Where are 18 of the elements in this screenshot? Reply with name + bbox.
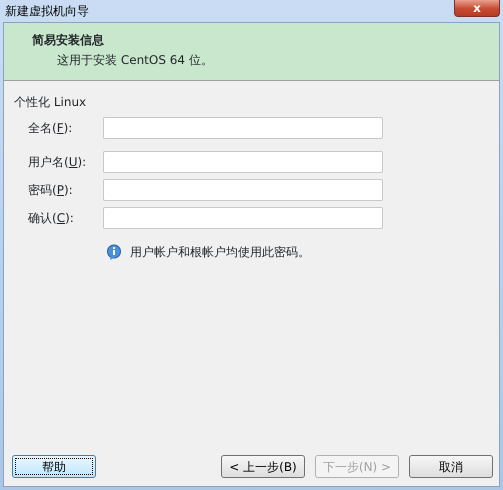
input-field[interactable] — [103, 179, 383, 201]
window-title: 新建虚拟机向导 — [5, 3, 89, 20]
field-label: 确认(C): — [27, 210, 75, 227]
header-title: 简易安装信息 — [32, 32, 105, 49]
section-label: 个性化 Linux — [14, 94, 88, 111]
field-label: 用户名(U): — [27, 154, 88, 171]
field-label: 全名(F): — [27, 120, 74, 137]
dialog-button[interactable]: 取消 — [409, 455, 493, 478]
info-icon — [106, 244, 122, 260]
input-field[interactable] — [103, 117, 383, 139]
info-text: 用户帐户和根帐户均使用此密码。 — [130, 244, 310, 261]
input-field[interactable] — [103, 207, 383, 229]
dialog-button[interactable]: < 上一步(B) — [221, 455, 305, 478]
close-button[interactable]: x — [454, 0, 500, 17]
header-subtitle: 这用于安装 CentOS 64 位。 — [56, 52, 214, 69]
field-label: 密码(P): — [27, 182, 74, 199]
input-field[interactable] — [103, 151, 383, 173]
dialog-button[interactable]: 帮助 — [12, 455, 96, 478]
